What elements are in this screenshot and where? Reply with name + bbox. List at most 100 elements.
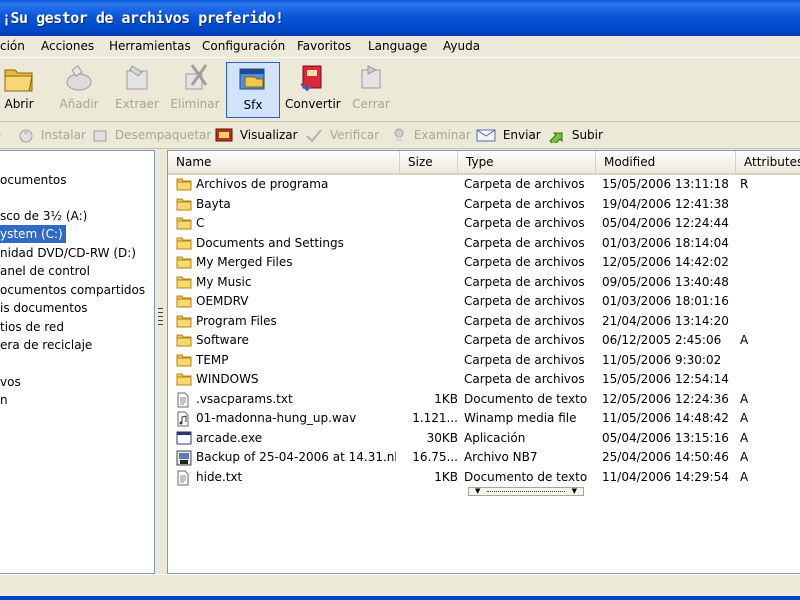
file-modified: 15/05/2006 12:54:14	[602, 372, 729, 386]
verificar-button[interactable]: Verificar	[305, 127, 379, 145]
extraer-button[interactable]: Extraer	[110, 62, 164, 118]
tree-item[interactable]: ocumentos compartidos	[0, 281, 145, 299]
column-type[interactable]: Type	[458, 151, 596, 173]
subir-button[interactable]: Subir	[547, 127, 603, 145]
table-row[interactable]: C Carpeta de archivos 05/04/2006 12:24:44	[168, 214, 800, 234]
anadir-label: Añadir	[59, 97, 99, 111]
file-name: hide.txt	[196, 469, 243, 484]
menu-language[interactable]: Language	[368, 39, 427, 53]
table-row[interactable]: Program Files Carpeta de archivos 21/04/20…	[168, 312, 800, 332]
sfx-label: Sfx	[243, 98, 263, 112]
tree-item-selected[interactable]: ystem (C:)	[0, 225, 66, 243]
open-folder-icon	[4, 69, 33, 92]
file-attributes: A	[740, 411, 749, 425]
table-row[interactable]: .vsacparams.txt 1KB Documento de texto 12/0…	[168, 390, 800, 410]
instalar-button[interactable]: Instalar	[18, 127, 86, 145]
file-size: 1.121...	[412, 411, 458, 425]
file-modified: 05/04/2006 13:15:16	[602, 430, 729, 445]
file-type: Carpeta de archivos	[464, 274, 585, 289]
table-row[interactable]: Backup of 25-04-2006 at 14.31.nb7 16.75..…	[168, 448, 800, 468]
table-row[interactable]: arcade.exe 30KB Aplicación 05/04/2006 13:15…	[168, 429, 800, 449]
file-name: .vsacparams.txt	[196, 391, 293, 406]
table-row[interactable]: My Merged Files Carpeta de archivos 12/05/…	[168, 253, 800, 273]
column-attributes[interactable]: Attributes	[736, 151, 800, 173]
desempaquetar-button[interactable]: Desempaquetar	[92, 127, 211, 145]
splitter-grip	[158, 308, 163, 309]
table-row[interactable]: Documents and Settings Carpeta de archivo…	[168, 234, 800, 254]
file-modified: 05/04/2006 12:24:44	[602, 216, 729, 230]
table-row[interactable]: hide.txt 1KB Documento de texto 11/04/2006 …	[168, 468, 800, 488]
tree-item[interactable]: vos	[0, 373, 21, 391]
enviar-button[interactable]: Enviar	[476, 127, 541, 145]
partial-button[interactable]	[0, 127, 7, 145]
folder-tree[interactable]: ocumentos sco de 3½ (A:) ystem (C:) nida…	[0, 150, 155, 574]
tree-item[interactable]: anel de control	[0, 262, 90, 280]
abrir-button[interactable]: Abrir	[0, 62, 46, 118]
partial-icon	[0, 132, 1, 138]
upload-icon	[549, 132, 563, 143]
file-modified: 12/05/2006 14:42:02	[602, 255, 729, 269]
table-row[interactable]: Software Carpeta de archivos 06/12/2005 2:…	[168, 331, 800, 351]
splitter-grip	[158, 316, 163, 317]
table-row[interactable]: My Music Carpeta de archivos 09/05/2006 13…	[168, 273, 800, 293]
file-name: Program Files	[196, 313, 277, 328]
menu-acciones[interactable]: Acciones	[41, 39, 94, 53]
column-name[interactable]: Name	[168, 151, 400, 173]
delete-icon	[185, 64, 208, 90]
file-type: Carpeta de archivos	[464, 352, 585, 367]
file-name: TEMP	[196, 352, 229, 367]
extract-icon	[126, 65, 148, 90]
file-name: C	[196, 216, 205, 230]
tree-item[interactable]: ocumentos	[0, 171, 67, 189]
tree-item[interactable]: tios de red	[0, 318, 64, 336]
cerrar-label: Cerrar	[352, 97, 390, 111]
tree-item[interactable]: sco de 3½ (A:)	[0, 207, 87, 225]
scroll-arrow-icon[interactable]: ▼	[572, 488, 577, 495]
visualizar-button[interactable]: Visualizar	[215, 127, 298, 145]
window-bottom-border	[0, 596, 800, 600]
file-name: arcade.exe	[196, 430, 263, 445]
file-modified: 25/04/2006 14:50:46	[602, 450, 729, 464]
table-row[interactable]: Archivos de programa Carpeta de archivos 1…	[168, 175, 800, 195]
tree-item[interactable]: n	[0, 391, 8, 409]
menu-archivo[interactable]: ción	[0, 39, 25, 53]
menu-favoritos[interactable]: Favoritos	[297, 39, 351, 53]
extraer-label: Extraer	[115, 97, 159, 111]
file-type: Winamp media file	[464, 411, 577, 425]
table-row[interactable]: Bayta Carpeta de archivos 19/04/2006 12:41…	[168, 195, 800, 215]
scroll-arrow-icon[interactable]: ▼	[475, 488, 480, 495]
table-row[interactable]: TEMP Carpeta de archivos 11/05/2006 9:30:0…	[168, 351, 800, 371]
examinar-label: Examinar	[413, 128, 471, 142]
menu-configuracion[interactable]: Configuración	[202, 39, 285, 53]
examinar-button[interactable]: Examinar	[391, 127, 471, 145]
table-row[interactable]: 01-madonna-hung_up.wav 1.121... Winamp med…	[168, 409, 800, 429]
horizontal-scrollbar[interactable]: ▼ ▼	[468, 487, 584, 496]
eliminar-button[interactable]: Eliminar	[168, 62, 222, 118]
file-list[interactable]: Name Size Type Modified Attributes Archi…	[167, 150, 800, 574]
tree-item[interactable]: era de reciclaje	[0, 336, 92, 354]
column-size[interactable]: Size	[400, 151, 458, 173]
unpack-icon	[93, 130, 107, 142]
table-row[interactable]: OEMDRV Carpeta de archivos 01/03/2006 18:0…	[168, 292, 800, 312]
table-row[interactable]: WINDOWS Carpeta de archivos 15/05/2006 12:…	[168, 370, 800, 390]
sfx-button[interactable]: Sfx	[226, 62, 280, 118]
window-title: ¡Su gestor de archivos preferido!	[2, 9, 284, 27]
menu-herramientas[interactable]: Herramientas	[109, 39, 191, 53]
file-type: Archivo NB7	[464, 450, 538, 464]
cerrar-button[interactable]: Cerrar	[344, 62, 398, 118]
convert-icon	[300, 65, 322, 92]
convertir-label: Convertir	[285, 97, 341, 111]
column-modified[interactable]: Modified	[596, 151, 736, 173]
file-modified: 01/03/2006 18:14:04	[602, 235, 729, 250]
tree-item[interactable]: nidad DVD/CD-RW (D:)	[0, 244, 136, 262]
convertir-button[interactable]: Convertir	[285, 62, 341, 118]
pane-splitter[interactable]	[155, 150, 167, 574]
anadir-button[interactable]: Añadir	[52, 62, 106, 118]
file-name: My Merged Files	[196, 255, 293, 269]
file-type: Carpeta de archivos	[464, 372, 585, 386]
menu-ayuda[interactable]: Ayuda	[443, 39, 480, 53]
title-bar[interactable]: ¡Su gestor de archivos preferido!	[0, 0, 800, 36]
splitter-grip	[158, 320, 163, 321]
tree-item[interactable]: is documentos	[0, 299, 88, 317]
file-size: 30KB	[426, 430, 458, 445]
